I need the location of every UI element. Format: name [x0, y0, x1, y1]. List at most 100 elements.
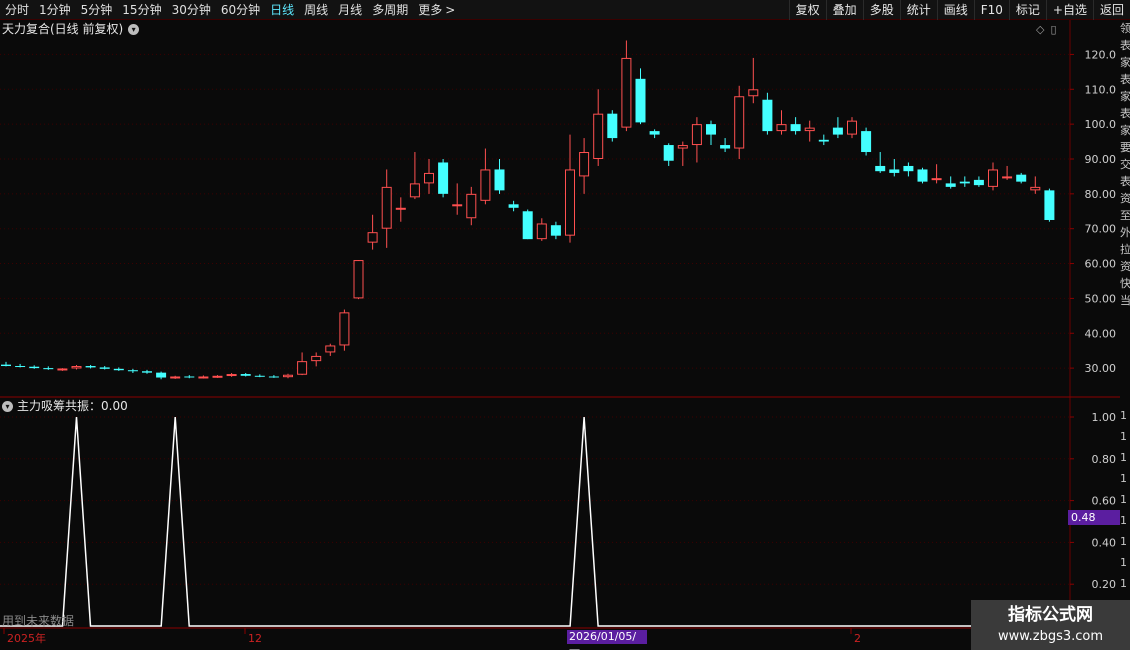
price-tick-label: 90.00 — [1085, 153, 1117, 166]
watermark-url: www.zbgs3.com — [997, 629, 1104, 644]
period-tab-3[interactable]: 15分钟 — [117, 0, 166, 20]
diamond-icon[interactable]: ◇ — [1036, 23, 1044, 36]
main-grid — [0, 20, 1120, 629]
candle-body — [621, 57, 632, 128]
candle — [325, 343, 336, 356]
candle — [790, 117, 801, 135]
chevron-down-icon[interactable]: ▾ — [2, 400, 13, 412]
action-button-3[interactable]: 统计 — [899, 0, 937, 20]
action-button-0[interactable]: 复权 — [788, 0, 826, 20]
candle-body — [804, 127, 815, 132]
period-tabs: 分时 1分钟 5分钟 15分钟 30分钟 60分钟 日线 周线 月线 多周期 更多 > — [0, 0, 460, 20]
candle — [748, 57, 759, 104]
candle-body — [29, 366, 40, 369]
action-button-6[interactable]: 标记 — [1008, 0, 1046, 20]
candle-body — [959, 181, 970, 184]
period-tab-10[interactable]: 更多 > — [413, 0, 460, 20]
candle-body — [170, 376, 181, 379]
candle-body — [988, 169, 998, 187]
candle-body — [409, 183, 420, 198]
price-tick-label: 30.00 — [1085, 362, 1117, 375]
date-tick-label: 12 — [248, 632, 262, 645]
candle-body — [607, 113, 618, 139]
period-tab-6[interactable]: 日线 — [265, 0, 299, 20]
period-tab-1[interactable]: 1分钟 — [34, 0, 76, 20]
candle — [71, 364, 82, 370]
candle — [847, 117, 857, 139]
chart-title-text: 天力复合(日线 前复权) — [2, 22, 124, 36]
period-tab-7[interactable]: 周线 — [299, 0, 333, 20]
candle — [776, 110, 787, 135]
candle — [903, 162, 914, 177]
candle-body — [875, 165, 886, 172]
candle-body — [113, 368, 124, 371]
indicator-title[interactable]: ▾ 主力吸筹共振 ： 0.00 — [2, 398, 128, 414]
candle-body — [184, 376, 195, 378]
candle — [15, 363, 26, 368]
indicator-line-series — [0, 416, 1070, 627]
candle-body — [325, 345, 336, 353]
candle-body — [381, 186, 392, 229]
candle-body — [466, 193, 477, 219]
chevron-right-icon: > — [445, 3, 456, 17]
candle-body — [71, 366, 82, 369]
candle — [198, 375, 209, 379]
candle — [762, 92, 773, 135]
candle — [381, 169, 392, 248]
candle — [57, 368, 68, 371]
price-tick-label: 60.00 — [1085, 258, 1117, 271]
candle-body — [99, 367, 110, 369]
candle-body — [776, 124, 787, 132]
candle-body — [198, 376, 209, 379]
candle-body — [635, 78, 646, 123]
candle — [522, 209, 533, 240]
period-tab-0[interactable]: 分时 — [0, 0, 34, 20]
price-tick-label: 100.0 — [1085, 118, 1117, 131]
period-tab-8[interactable]: 月线 — [333, 0, 367, 20]
indicator-separator: ： — [89, 399, 102, 413]
action-button-5[interactable]: F10 — [973, 0, 1009, 20]
candle-body — [818, 139, 829, 142]
candle — [409, 152, 420, 200]
action-button-4[interactable]: 画线 — [936, 0, 974, 20]
candle — [113, 367, 124, 371]
candle — [931, 164, 942, 184]
candle-body — [127, 370, 138, 372]
candle-body — [748, 89, 759, 97]
indicator-value: 0.00 — [101, 399, 128, 413]
candle — [297, 352, 308, 376]
future-data-note: 用到未来数据 — [2, 614, 75, 628]
action-button-1[interactable]: 叠加 — [825, 0, 863, 20]
candle-body — [494, 169, 505, 191]
action-button-8[interactable]: 返回 — [1092, 0, 1130, 20]
chevron-down-icon[interactable]: ▾ — [128, 23, 140, 35]
chart-title[interactable]: 天力复合(日线 前复权) ▾ — [2, 21, 140, 37]
candle-body — [973, 179, 984, 186]
chart-canvas[interactable]: 120.0 110.0 100.0 90.00 80.00 70.00 60.00 50.00… — [0, 0, 1130, 650]
period-tab-2[interactable]: 5分钟 — [76, 0, 118, 20]
candle — [973, 176, 984, 187]
action-button-2[interactable]: 多股 — [862, 0, 900, 20]
period-tab-4[interactable]: 30分钟 — [167, 0, 216, 20]
right-info-strip-lower: 1111111111 — [1120, 409, 1127, 611]
action-button-7[interactable]: +自选 — [1045, 0, 1093, 20]
candle-body — [226, 374, 237, 377]
candle — [621, 40, 632, 132]
candle — [593, 89, 604, 166]
period-tab-5[interactable]: 60分钟 — [216, 0, 265, 20]
candle — [226, 372, 237, 377]
candle — [480, 148, 491, 205]
candle-body — [931, 178, 942, 181]
watermark: 指标公式网 www.zbgs3.com — [971, 600, 1130, 650]
candle-body — [254, 375, 265, 377]
candle-body — [706, 124, 716, 135]
price-tick-label: 120.0 — [1085, 48, 1117, 61]
period-tab-9[interactable]: 多周期 — [367, 0, 413, 20]
indicator-tick-label: 0.80 — [1092, 453, 1117, 466]
indicator-name: 主力吸筹共振 — [17, 399, 90, 413]
candle — [734, 85, 745, 159]
candle-body — [917, 169, 928, 182]
candle-body — [832, 127, 843, 135]
candle-body — [579, 152, 590, 177]
panel-toggle-icon[interactable]: ▯ — [1050, 23, 1056, 36]
